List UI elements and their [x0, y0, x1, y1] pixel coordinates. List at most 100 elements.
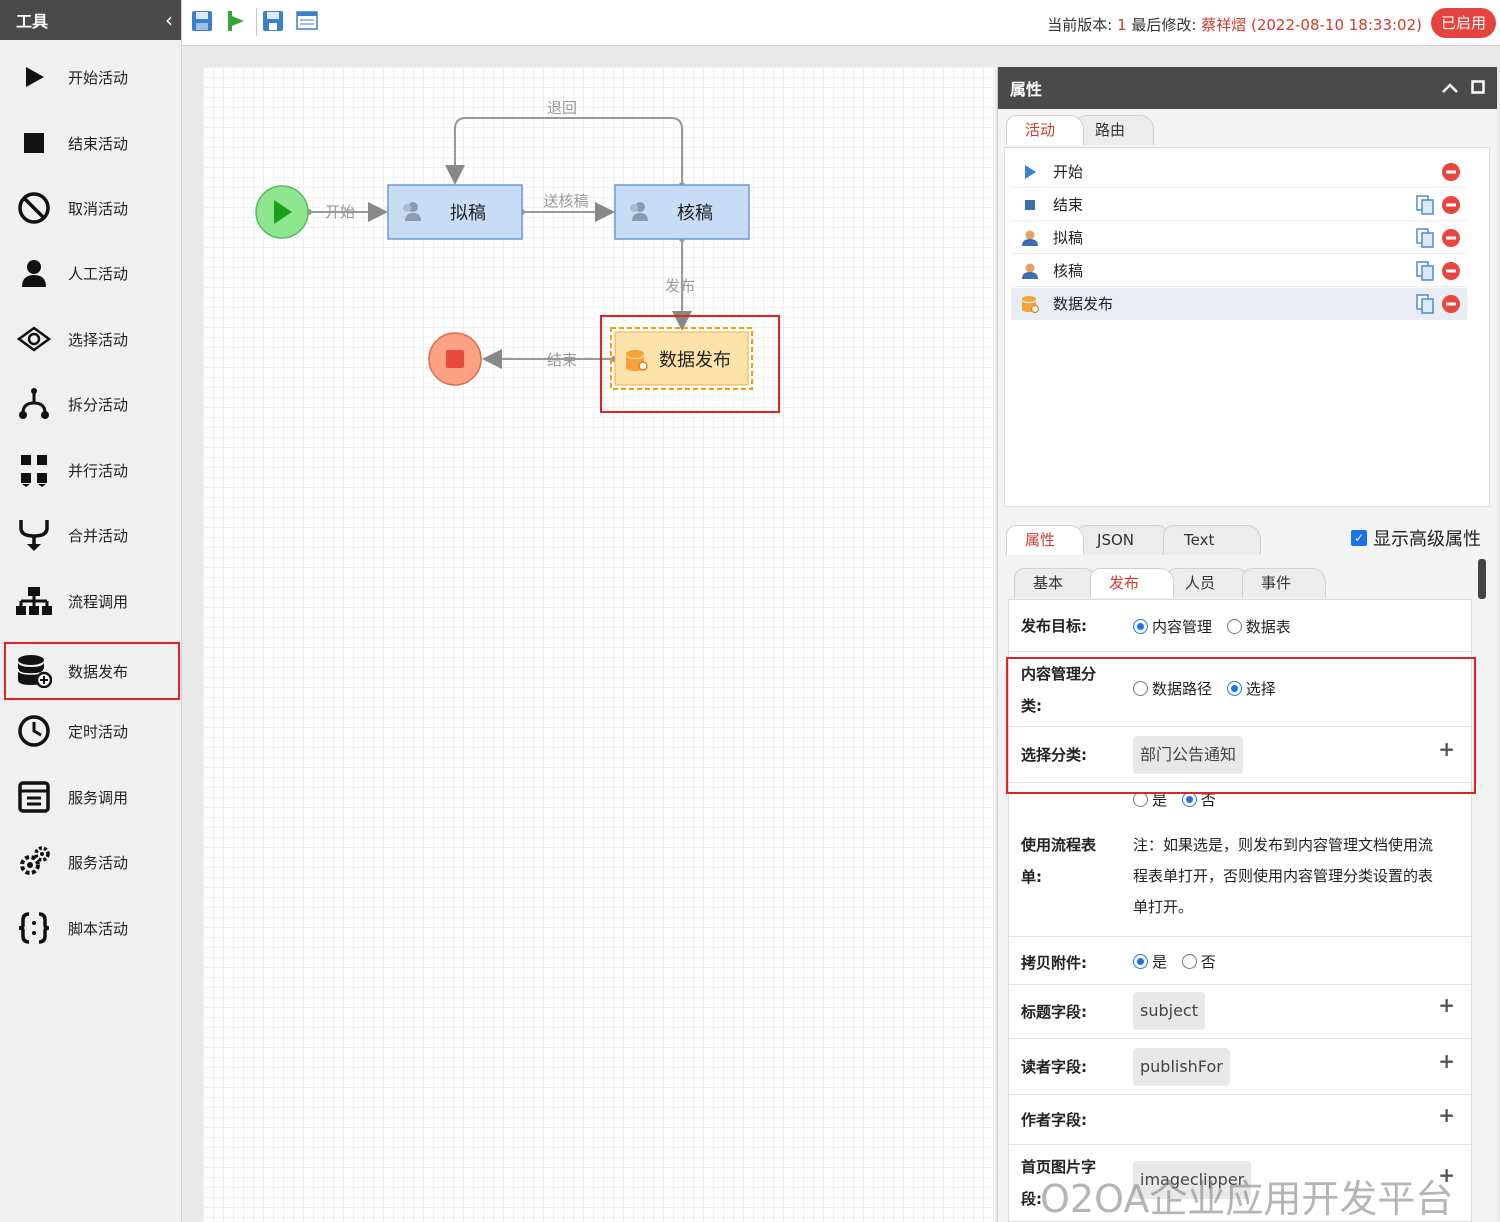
form-scrollbar[interactable]: [1478, 559, 1486, 1219]
tab-route[interactable]: 路由: [1076, 115, 1155, 145]
tool-item-parallel[interactable]: 并行活动: [6, 441, 178, 499]
tool-item-merge[interactable]: 合并活动: [6, 506, 178, 564]
delete-icon[interactable]: [1441, 195, 1461, 215]
draft-node[interactable]: 拟稿: [387, 184, 523, 240]
tool-panel-header: 工具 ‹: [0, 0, 181, 40]
properties-icon[interactable]: [296, 10, 318, 32]
tool-item-end[interactable]: 结束活动: [6, 114, 178, 172]
add-icon[interactable]: +: [1438, 1049, 1455, 1073]
tool-panel-title: 工具: [16, 12, 49, 31]
tool-item-cancel[interactable]: 取消活动: [6, 179, 178, 237]
subprocess-icon: [14, 583, 54, 619]
activity-row-data-publish[interactable]: 数据发布: [1011, 288, 1467, 320]
save-icon[interactable]: [191, 10, 213, 32]
publish-node[interactable]: 数据发布: [600, 315, 780, 413]
publish-arrow-icon[interactable]: [225, 10, 247, 32]
add-icon[interactable]: +: [1438, 1103, 1455, 1127]
chevron-up-icon[interactable]: [1441, 79, 1459, 98]
end-node[interactable]: [428, 332, 482, 386]
delete-icon[interactable]: [1441, 261, 1461, 281]
end-square-icon: [1021, 196, 1039, 214]
category-chip[interactable]: 部门公告通知: [1133, 736, 1244, 774]
end-edge-label: 结束: [547, 351, 577, 369]
tool-item-start[interactable]: 开始活动: [6, 48, 178, 106]
copy-icon[interactable]: [1415, 194, 1435, 215]
publish-target-label: 发布目标:: [1021, 617, 1087, 635]
flow-diagram: 退回 开始 送核稿 发布 结束 拟稿 核稿 数据发布: [255, 99, 780, 413]
tab-basic[interactable]: 基本: [1014, 568, 1099, 598]
split-icon: [14, 386, 54, 422]
tab-events[interactable]: 事件: [1242, 568, 1327, 598]
title-field-row: 标题字段: subject +: [1009, 985, 1471, 1039]
tool-item-manual[interactable]: 人工活动: [6, 244, 178, 302]
toolbar-divider: [256, 8, 257, 36]
activity-row-draft[interactable]: 拟稿: [1011, 222, 1467, 254]
activity-label: 核稿: [1053, 262, 1084, 280]
checkbox-checked-icon[interactable]: ✓: [1351, 530, 1367, 546]
tool-item-subprocess[interactable]: 流程调用: [6, 572, 178, 630]
status-badge[interactable]: 已启用: [1430, 8, 1496, 38]
activity-row-end[interactable]: 结束: [1011, 189, 1467, 221]
tab-json[interactable]: JSON: [1076, 525, 1171, 555]
radio-select[interactable]: 选择: [1226, 678, 1276, 699]
delete-icon[interactable]: [1441, 162, 1461, 182]
radio-yes[interactable]: 是: [1133, 951, 1167, 972]
scrollbar-thumb[interactable]: [1478, 559, 1486, 599]
add-icon[interactable]: +: [1438, 737, 1455, 761]
content-category-label: 内容管理分: [1021, 665, 1097, 683]
field-chip[interactable]: imageclipper: [1133, 1161, 1252, 1199]
radio-data-path[interactable]: 数据路径: [1133, 678, 1212, 699]
version-info: 当前版本: 1 最后修改: 蔡祥熠 (2022-08-10 18:33:02): [1047, 14, 1422, 35]
flow-canvas[interactable]: 退回 开始 送核稿 发布 结束 拟稿 核稿 数据发布: [203, 67, 995, 1222]
tool-item-choice[interactable]: 选择活动: [6, 310, 178, 368]
activity-row-start[interactable]: 开始: [1011, 156, 1467, 188]
tool-item-data-publish[interactable]: 数据发布: [4, 642, 180, 700]
field-chip[interactable]: subject: [1133, 992, 1205, 1030]
collapse-icon[interactable]: ‹: [165, 8, 173, 32]
publish-form: 发布目标: 内容管理 数据表 内容管理分 类: 数据路径 选择 选择分类: 部门…: [1008, 599, 1472, 1222]
save-as-icon[interactable]: [262, 10, 284, 32]
tab-properties[interactable]: 属性: [1006, 525, 1085, 555]
radio-label: 否: [1200, 791, 1216, 809]
delete-icon[interactable]: [1441, 228, 1461, 248]
tab-people[interactable]: 人员: [1166, 568, 1251, 598]
edge-end[interactable]: 结束: [482, 349, 617, 369]
maximize-icon[interactable]: [1471, 79, 1485, 98]
add-icon[interactable]: +: [1438, 1163, 1455, 1187]
tool-item-service-call[interactable]: 服务调用: [6, 768, 178, 826]
show-advanced-toggle[interactable]: ✓ 显示高级属性: [1351, 525, 1481, 551]
radio-content-management[interactable]: 内容管理: [1133, 616, 1212, 637]
publish-node-label: 数据发布: [659, 350, 731, 371]
activity-row-review[interactable]: 核稿: [1011, 255, 1467, 287]
tool-item-script[interactable]: 脚本活动: [6, 899, 178, 957]
radio-yes[interactable]: 是: [1133, 789, 1167, 810]
delete-icon[interactable]: [1441, 294, 1461, 314]
start-node[interactable]: [255, 185, 309, 239]
review-node[interactable]: 核稿: [614, 184, 750, 240]
radio-no[interactable]: 否: [1181, 951, 1216, 972]
radio-label: 数据表: [1245, 618, 1291, 636]
copy-icon[interactable]: [1415, 293, 1435, 314]
database-icon: [14, 653, 54, 689]
database-icon: [1021, 295, 1039, 313]
radio-label: 数据路径: [1152, 680, 1213, 698]
activity-label: 开始: [1053, 163, 1084, 181]
copy-icon[interactable]: [1415, 260, 1435, 281]
tool-item-split[interactable]: 拆分活动: [6, 375, 178, 433]
field-chip[interactable]: publishFor: [1133, 1048, 1230, 1086]
add-icon[interactable]: +: [1438, 993, 1455, 1017]
tool-item-label: 选择活动: [68, 330, 129, 349]
tool-item-timer[interactable]: 定时活动: [6, 702, 178, 760]
edge-start[interactable]: 开始: [306, 202, 388, 222]
tab-publish[interactable]: 发布: [1090, 568, 1175, 598]
reader-field-row: 读者字段: publishFor +: [1009, 1039, 1471, 1095]
tool-item-service[interactable]: 服务活动: [6, 833, 178, 891]
tab-text[interactable]: Text: [1163, 525, 1262, 555]
play-icon: [14, 59, 54, 95]
radio-no[interactable]: 否: [1181, 789, 1216, 810]
tab-activity[interactable]: 活动: [1006, 115, 1085, 145]
copy-icon[interactable]: [1415, 227, 1435, 248]
radio-data-table[interactable]: 数据表: [1226, 616, 1291, 637]
edge-return[interactable]: 退回: [445, 99, 683, 185]
edge-send-review[interactable]: 送核稿: [519, 192, 615, 222]
